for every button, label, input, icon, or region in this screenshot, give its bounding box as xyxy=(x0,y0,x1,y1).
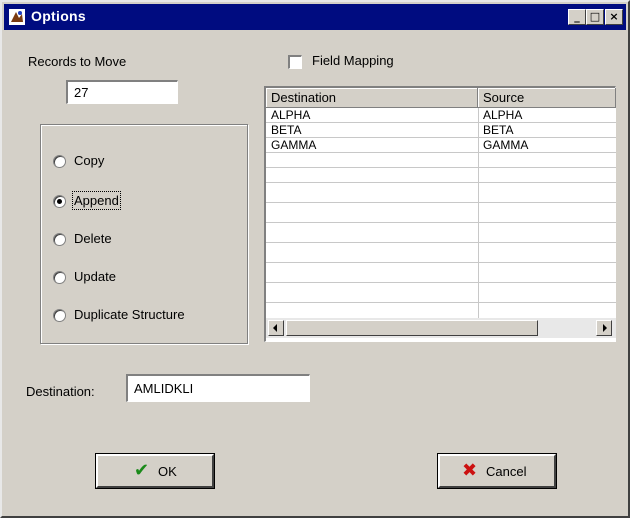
grid-cell: ALPHA xyxy=(483,108,523,122)
title-bar[interactable]: Options _ □ × xyxy=(4,4,626,30)
horizontal-scrollbar[interactable] xyxy=(266,318,616,338)
grid-cell: ALPHA xyxy=(271,108,311,122)
cancel-x-icon: ✖ xyxy=(462,460,478,481)
scroll-thumb[interactable] xyxy=(286,320,538,336)
table-row-empty[interactable] xyxy=(266,208,616,223)
radio-circle xyxy=(53,155,66,168)
cancel-button-label: Cancel xyxy=(486,464,527,479)
grid-cell: BETA xyxy=(483,123,514,137)
radio-label-append: Append xyxy=(72,191,121,210)
scroll-left-button[interactable] xyxy=(268,320,284,336)
radio-circle-selected xyxy=(53,195,66,208)
radio-circle xyxy=(53,233,66,246)
table-row-empty[interactable] xyxy=(266,188,616,203)
scroll-right-button[interactable] xyxy=(596,320,612,336)
table-row-empty[interactable] xyxy=(266,153,616,168)
minimize-button[interactable]: _ xyxy=(568,9,586,25)
table-row-empty[interactable] xyxy=(266,288,616,303)
table-row-empty[interactable] xyxy=(266,168,616,183)
window-title: Options xyxy=(31,8,86,24)
grid-header: Destination Source xyxy=(266,88,616,108)
grid-body: ALPHA ALPHA BETA BETA GAMMA GAMMA xyxy=(266,108,616,318)
ok-button[interactable]: ✔ OK xyxy=(96,454,214,488)
grid-cell: GAMMA xyxy=(271,138,317,152)
arrow-right-icon xyxy=(603,324,607,332)
maximize-button[interactable]: □ xyxy=(586,9,604,25)
radio-label-duplicate-structure: Duplicate Structure xyxy=(74,307,185,322)
table-row-empty[interactable] xyxy=(266,248,616,263)
table-row[interactable]: BETA BETA xyxy=(266,123,616,138)
radio-dot xyxy=(57,199,62,204)
table-row-empty[interactable] xyxy=(266,268,616,283)
grid-cell: GAMMA xyxy=(483,138,529,152)
radio-circle xyxy=(53,271,66,284)
radio-circle xyxy=(53,309,66,322)
options-window: Options _ □ × Records to Move Copy Appen… xyxy=(0,0,630,518)
table-row[interactable]: ALPHA ALPHA xyxy=(266,108,616,123)
destination-input[interactable] xyxy=(128,376,309,401)
field-mapping-checkbox[interactable] xyxy=(288,55,302,69)
table-row[interactable]: GAMMA GAMMA xyxy=(266,138,616,153)
radio-label-copy: Copy xyxy=(74,153,105,168)
ok-button-label: OK xyxy=(158,464,177,479)
arrow-left-icon xyxy=(273,324,277,332)
destination-label: Destination: xyxy=(26,384,95,399)
column-divider xyxy=(478,108,479,318)
radio-label-update: Update xyxy=(74,269,116,284)
radio-label-delete: Delete xyxy=(74,231,112,246)
mode-groupbox: Copy Append Delete Update Duplicate Stru… xyxy=(40,124,248,344)
records-field-frame xyxy=(66,80,178,104)
field-mapping-label: Field Mapping xyxy=(312,53,394,68)
checkmark-icon: ✔ xyxy=(134,460,150,481)
records-input[interactable] xyxy=(68,82,177,103)
close-button[interactable]: × xyxy=(605,9,623,25)
mapping-grid: Destination Source ALPHA ALPHA BETA BETA… xyxy=(264,86,616,342)
grid-cell: BETA xyxy=(271,123,302,137)
column-header-destination[interactable]: Destination xyxy=(266,88,478,108)
destination-field-frame xyxy=(126,374,310,402)
cancel-button[interactable]: ✖ Cancel xyxy=(438,454,556,488)
table-row-empty[interactable] xyxy=(266,228,616,243)
app-icon xyxy=(8,8,26,26)
records-label: Records to Move xyxy=(28,54,127,69)
column-header-source[interactable]: Source xyxy=(478,88,616,108)
